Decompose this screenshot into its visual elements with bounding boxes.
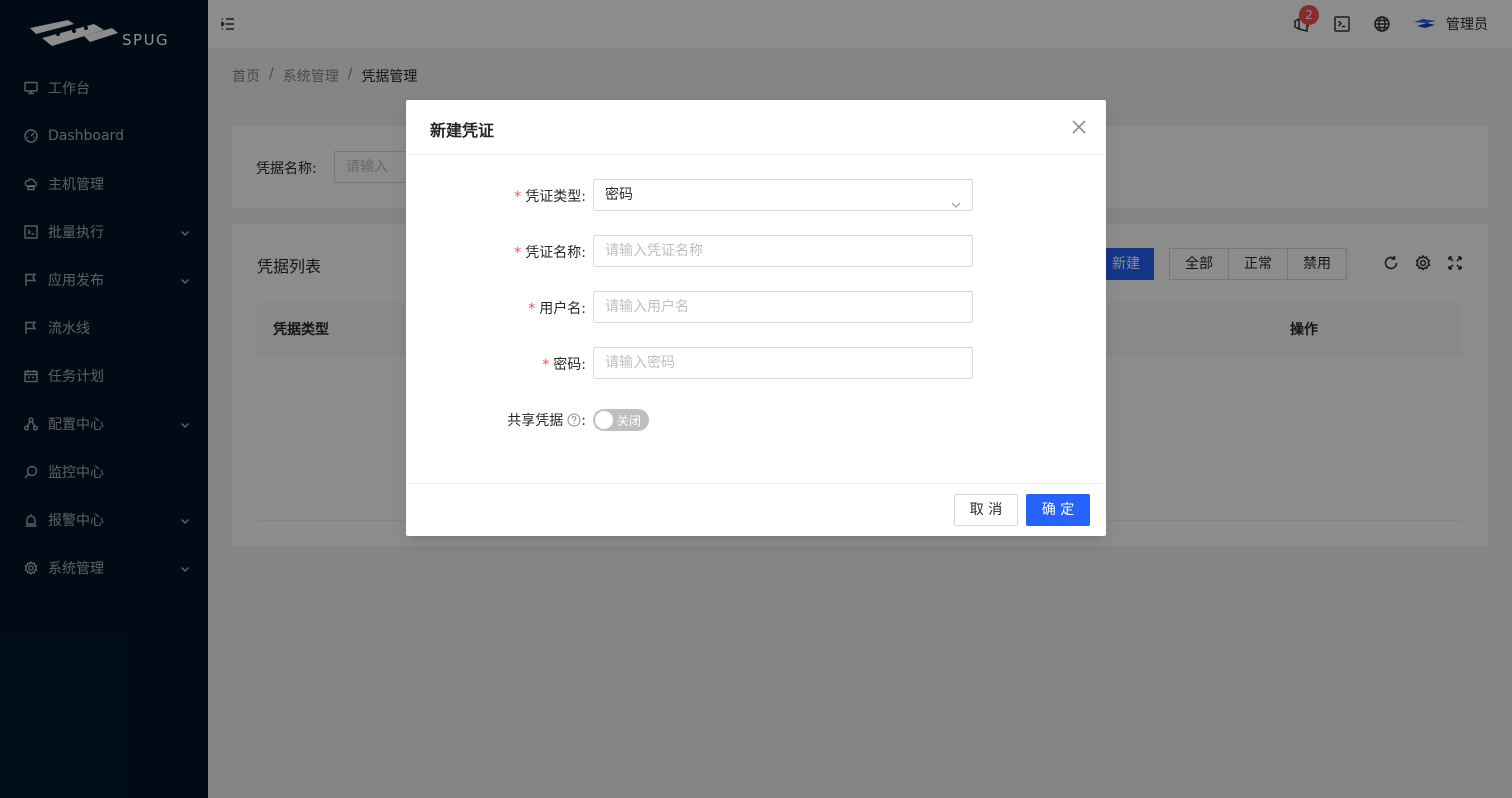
- form-label: * 凭证类型:: [514, 189, 586, 205]
- chevron-down-icon: [951, 191, 961, 208]
- password-input[interactable]: 请输入密码: [593, 347, 973, 379]
- switch-knob: [595, 411, 613, 429]
- form-row-type: * 凭证类型: 密码: [406, 179, 1106, 211]
- close-icon[interactable]: [1071, 119, 1087, 135]
- select-value: 密码: [605, 187, 633, 203]
- new-credential-modal: 新建凭证 * 凭证类型: 密码 * 凭证名称: 请输入凭证名称 * 用户名: 请输入用…: [406, 100, 1106, 536]
- form-row-password: * 密码: 请输入密码: [406, 347, 1106, 379]
- ok-button[interactable]: 确 定: [1026, 494, 1090, 526]
- credential-type-select[interactable]: 密码: [593, 179, 973, 211]
- modal-header: 新建凭证: [406, 100, 1106, 155]
- cancel-button[interactable]: 取 消: [954, 494, 1018, 526]
- credential-name-input[interactable]: 请输入凭证名称: [593, 235, 973, 267]
- modal-footer: 取 消 确 定: [406, 483, 1106, 536]
- form-row-name: * 凭证名称: 请输入凭证名称: [406, 235, 1106, 267]
- form-label: * 凭证名称:: [514, 245, 586, 261]
- modal-title: 新建凭证: [430, 121, 495, 140]
- form-label: * 密码:: [542, 357, 586, 373]
- form-label: * 用户名:: [528, 301, 586, 317]
- form-row-username: * 用户名: 请输入用户名: [406, 291, 1106, 323]
- question-circle-icon[interactable]: [567, 413, 581, 427]
- form-label: 共享凭据:: [507, 413, 586, 429]
- switch-text: 关闭: [617, 414, 642, 428]
- form-row-shared: 共享凭据: 关闭: [406, 399, 1106, 431]
- shared-switch[interactable]: 关闭: [593, 409, 649, 431]
- username-input[interactable]: 请输入用户名: [593, 291, 973, 323]
